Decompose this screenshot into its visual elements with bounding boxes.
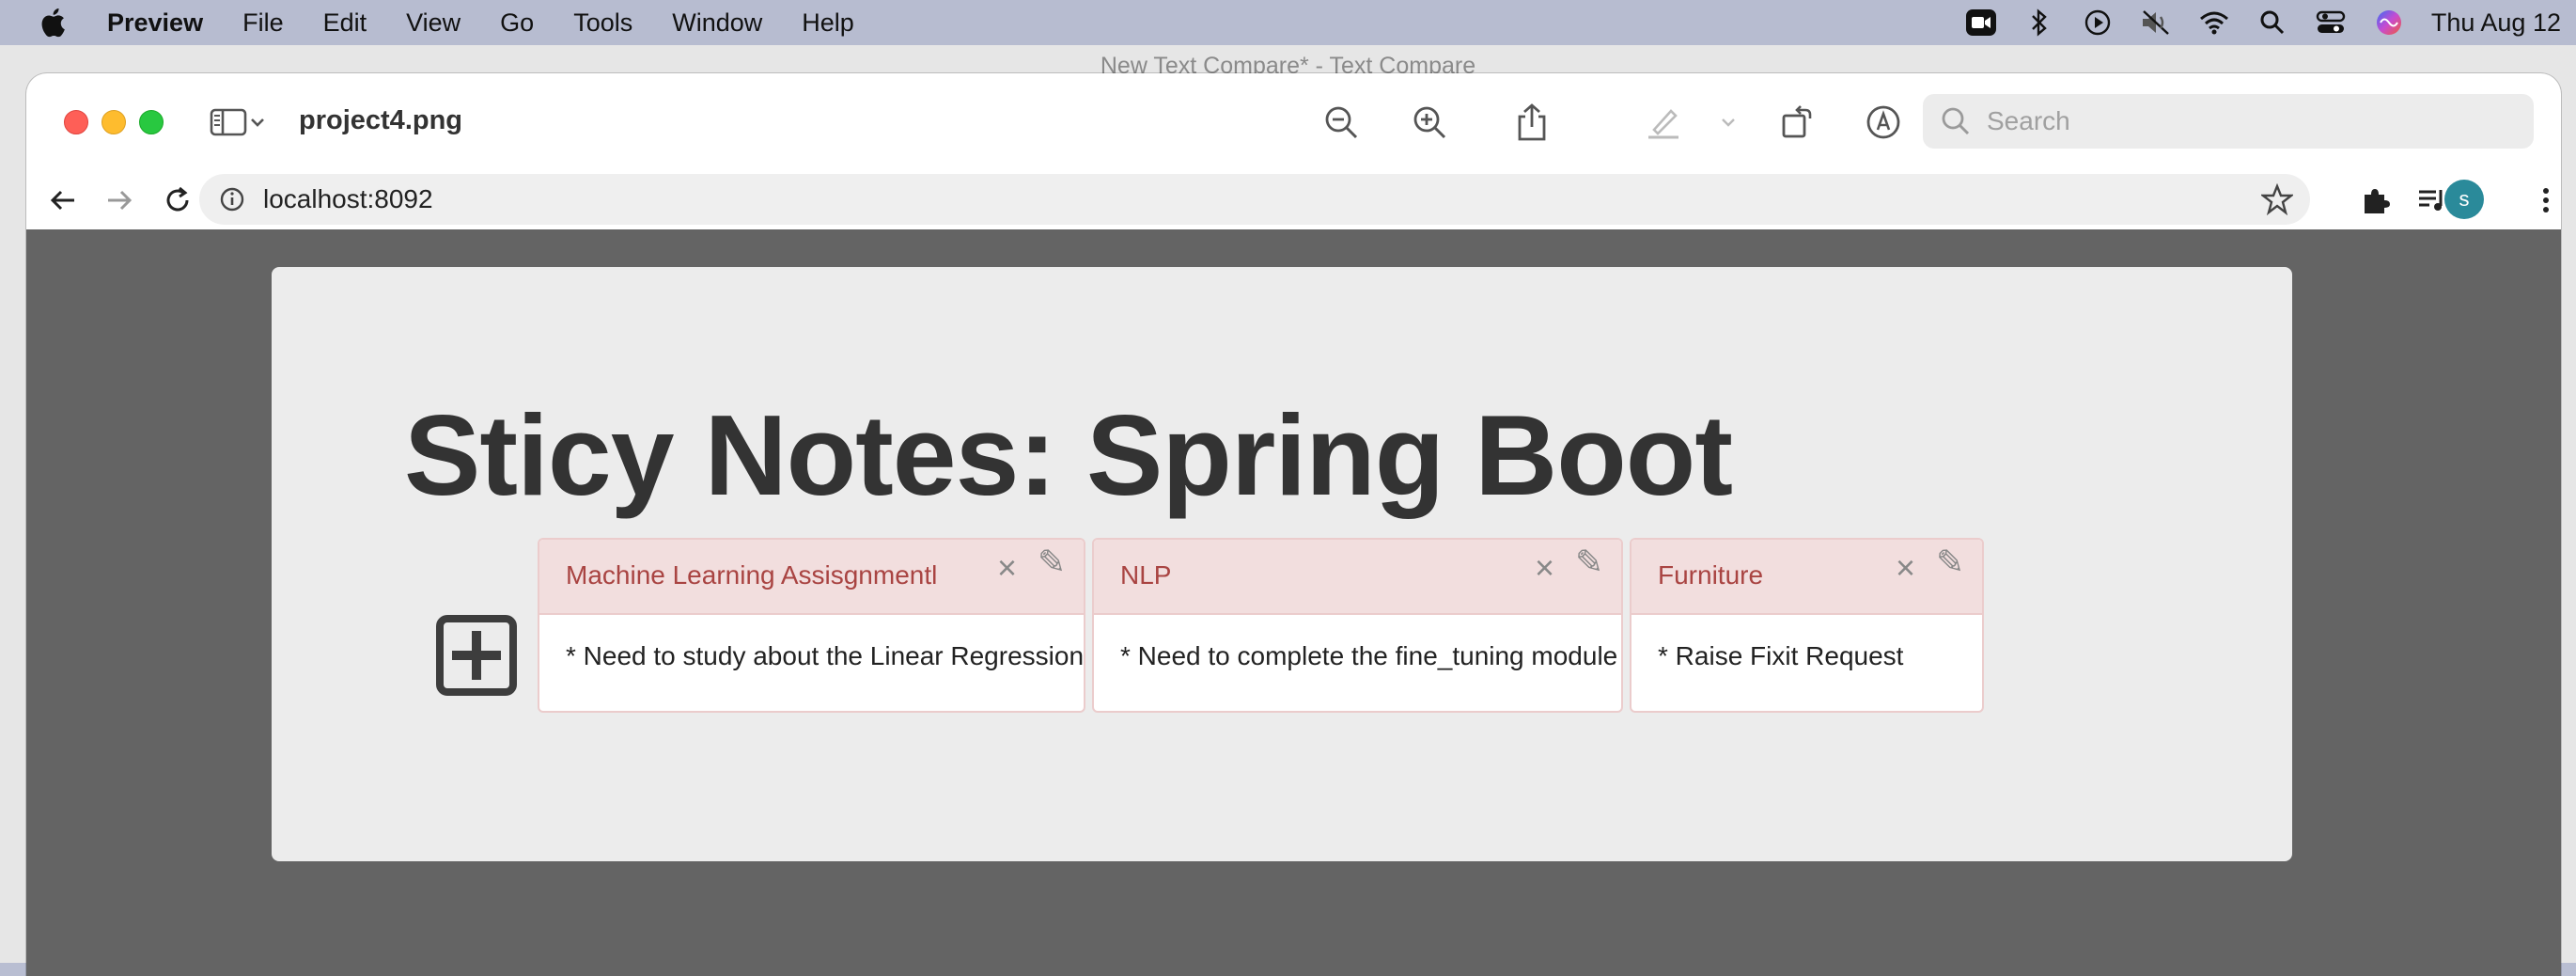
- zoom-out-icon: [1325, 106, 1358, 139]
- play-circle-icon[interactable]: [2082, 7, 2114, 39]
- arrow-left-icon: [50, 190, 74, 211]
- highlight-options-button[interactable]: [1715, 102, 1741, 143]
- info-icon[interactable]: [218, 185, 246, 213]
- zoom-in-button[interactable]: [1409, 102, 1450, 143]
- note-header: Furniture × ✎: [1631, 540, 1982, 615]
- menu-tools[interactable]: Tools: [573, 8, 632, 38]
- note-card: Machine Learning Assisgnmentl × ✎ * Need…: [538, 538, 1085, 713]
- note-title: NLP: [1120, 560, 1172, 590]
- add-note-button[interactable]: [436, 615, 517, 696]
- chevron-down-icon: [251, 118, 264, 127]
- markup-pen-icon: [1866, 105, 1900, 139]
- chevron-down-icon: [1722, 118, 1735, 127]
- puzzle-icon: [2365, 189, 2390, 213]
- search-input[interactable]: [1985, 105, 2515, 137]
- note-body: * Raise Fixit Request: [1658, 641, 1904, 670]
- note-title: Furniture: [1658, 560, 1764, 590]
- highlighter-icon: [1648, 109, 1678, 139]
- share-button[interactable]: [1511, 102, 1553, 143]
- rotate-button[interactable]: [1776, 102, 1818, 143]
- share-icon: [1518, 103, 1546, 141]
- page-viewport: Sticy Notes: Spring Boot Machine Learnin…: [26, 229, 2561, 976]
- window-zoom-button[interactable]: [139, 110, 164, 134]
- zoom-in-icon: [1413, 106, 1446, 139]
- mac-menu-bar: Preview File Edit View Go Tools Window H…: [0, 0, 2576, 45]
- menu-help[interactable]: Help: [802, 8, 854, 38]
- profile-avatar[interactable]: s: [2444, 180, 2484, 219]
- note-title: Machine Learning Assisgnmentl: [566, 560, 938, 590]
- sidebar-icon: [210, 108, 247, 136]
- bookmark-star-icon[interactable]: [2261, 183, 2293, 215]
- page-title: Sticy Notes: Spring Boot: [404, 391, 1733, 519]
- menu-view[interactable]: View: [406, 8, 461, 38]
- close-icon[interactable]: ×: [1535, 551, 1554, 585]
- note-card: Furniture × ✎ * Raise Fixit Request: [1630, 538, 1984, 713]
- close-icon[interactable]: ×: [997, 551, 1017, 585]
- menu-edit[interactable]: Edit: [323, 8, 367, 38]
- note-card: NLP × ✎ * Need to complete the fine_tuni…: [1092, 538, 1623, 713]
- note-body: * Need to complete the fine_tuning modul…: [1120, 641, 1618, 670]
- document-title[interactable]: project4.png: [299, 105, 462, 136]
- browser-menu-button[interactable]: [2526, 181, 2561, 220]
- search-icon: [1942, 107, 1970, 135]
- playlist-icon: [2419, 190, 2443, 211]
- forward-button[interactable]: [100, 181, 139, 220]
- back-button[interactable]: [43, 181, 83, 220]
- wifi-icon[interactable]: [2198, 7, 2230, 39]
- address-url[interactable]: localhost:8092: [263, 184, 433, 214]
- control-center-icon[interactable]: [2315, 7, 2347, 39]
- spotlight-search-icon[interactable]: [2256, 7, 2288, 39]
- rotate-icon: [1782, 105, 1812, 138]
- window-minimize-button[interactable]: [101, 110, 126, 134]
- siri-icon[interactable]: [2373, 7, 2405, 39]
- note-header: NLP × ✎: [1094, 540, 1621, 615]
- arrow-right-icon: [108, 190, 133, 211]
- note-header: Machine Learning Assisgnmentl × ✎: [539, 540, 1084, 615]
- preview-window: project4.png Search localhost:8092 s Sti…: [26, 73, 2561, 976]
- preview-toolbar: project4.png: [26, 73, 2561, 171]
- speaker-muted-icon[interactable]: [2140, 7, 2172, 39]
- reload-button[interactable]: [158, 181, 197, 220]
- menu-app-name[interactable]: Preview: [107, 8, 203, 38]
- pencil-icon[interactable]: ✎: [1575, 543, 1603, 581]
- bluetooth-icon[interactable]: [2023, 7, 2055, 39]
- browser-nav-bar: localhost:8092 s: [26, 171, 2561, 229]
- preview-search-box[interactable]: [1923, 94, 2534, 149]
- reload-icon: [166, 186, 189, 212]
- zoom-app-icon[interactable]: [1965, 7, 1997, 39]
- menubar-clock[interactable]: Thu Aug 12: [2431, 8, 2561, 38]
- page-card: Sticy Notes: Spring Boot Machine Learnin…: [272, 267, 2292, 861]
- address-bar[interactable]: localhost:8092: [199, 174, 2310, 225]
- markup-button[interactable]: [1863, 102, 1904, 143]
- kebab-menu-icon: [2543, 188, 2549, 213]
- extensions-button[interactable]: [2356, 181, 2396, 220]
- menu-file[interactable]: File: [242, 8, 284, 38]
- zoom-out-button[interactable]: [1320, 102, 1362, 143]
- note-body: * Need to study about the Linear Regress…: [566, 641, 1085, 670]
- sidebar-toggle-button[interactable]: [210, 105, 277, 139]
- menu-go[interactable]: Go: [500, 8, 534, 38]
- window-close-button[interactable]: [64, 110, 88, 134]
- highlight-button[interactable]: [1643, 102, 1684, 143]
- close-icon[interactable]: ×: [1896, 551, 1915, 585]
- pencil-icon[interactable]: ✎: [1038, 543, 1066, 581]
- menu-window[interactable]: Window: [672, 8, 762, 38]
- pencil-icon[interactable]: ✎: [1936, 543, 1964, 581]
- apple-icon[interactable]: [38, 6, 71, 39]
